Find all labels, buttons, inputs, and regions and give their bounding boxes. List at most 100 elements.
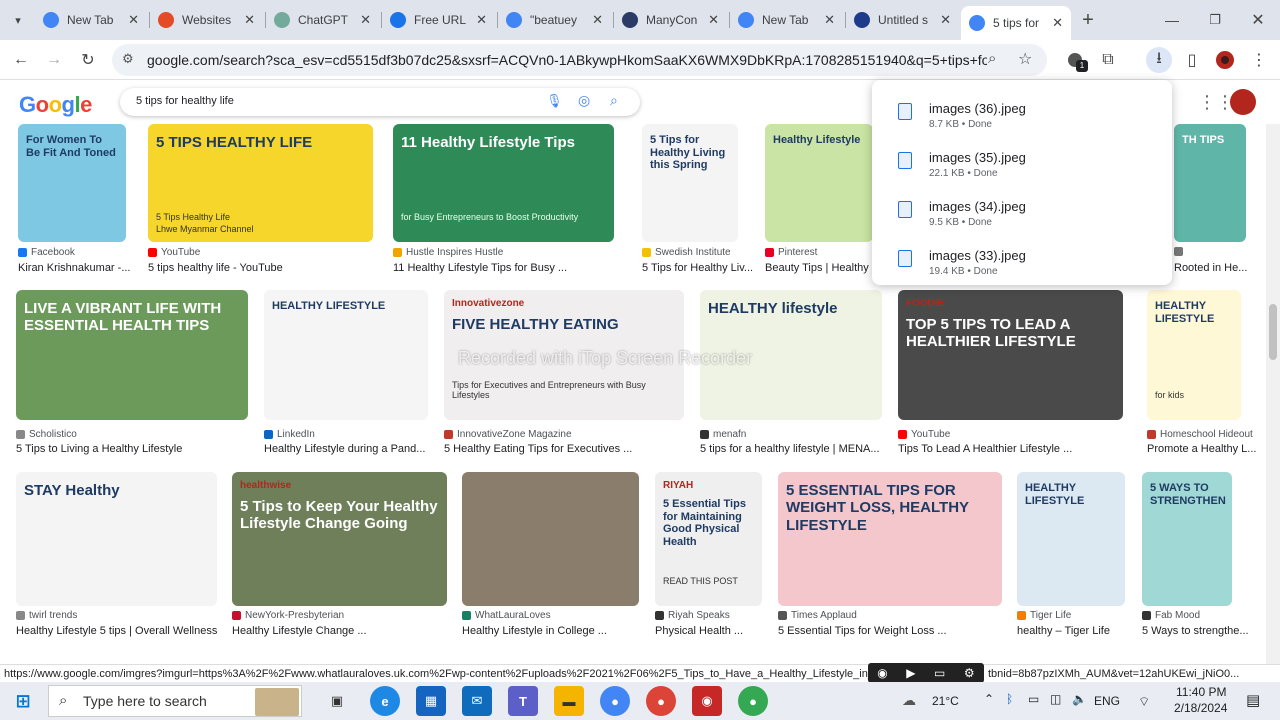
result-title[interactable]: 5 tips healthy life - YouTube <box>148 262 283 274</box>
result-source[interactable]: LinkedIn <box>264 429 315 440</box>
chrome-taskbar-icon[interactable]: ● <box>600 686 630 716</box>
extension-icon[interactable]: 1 <box>1063 48 1088 72</box>
result-source[interactable]: Riyah Speaks <box>655 610 730 621</box>
screen-icon[interactable]: ▭ <box>934 666 945 680</box>
tab-close-icon[interactable]: ✕ <box>592 12 603 28</box>
source-name[interactable]: menafn <box>713 429 746 440</box>
download-item[interactable]: images (33).jpeg 19.4 KB • Done <box>872 235 1172 284</box>
voice-search-icon[interactable]: 🎙 <box>546 93 563 109</box>
tab-3[interactable]: ChatGPT ✕ <box>266 6 379 34</box>
result-source[interactable]: Tiger Life <box>1017 610 1071 621</box>
result-title[interactable]: Kiran Krishnakumar -... <box>18 262 130 274</box>
result-thumbnail[interactable]: healthwise 5 Tips to Keep Your Healthy Li… <box>232 472 447 606</box>
new-tab-button[interactable]: + <box>1076 8 1100 32</box>
apps-grid-icon[interactable]: ⋮⋮ <box>1198 92 1234 113</box>
tab-close-icon[interactable]: ✕ <box>360 12 371 28</box>
result-title[interactable]: 5 Essential Tips for Weight Loss ... <box>778 625 947 637</box>
source-name[interactable]: twirl trends <box>29 610 77 621</box>
result-source[interactable] <box>1174 247 1187 256</box>
tab-1[interactable]: New Tab ✕ <box>35 6 147 34</box>
source-name[interactable]: Homeschool Hideout <box>1160 429 1253 440</box>
recorder-controls[interactable]: ◉ ▶ ▭ ⚙ <box>868 663 984 683</box>
tab-9[interactable]: 5 tips for ✕ <box>961 6 1071 40</box>
camera-icon[interactable]: ◉ <box>877 666 887 680</box>
store-icon[interactable]: ▦ <box>416 686 446 716</box>
result-title[interactable]: Promote a Healthy L... <box>1147 443 1256 455</box>
search-query[interactable]: 5 tips for healthy life <box>136 95 234 107</box>
taskbar-search-box[interactable]: ⌕ Type here to search <box>48 685 302 717</box>
result-thumbnail[interactable]: HEALTHY LIFESTYLE <box>264 290 428 420</box>
recorder-app-icon[interactable]: ◉ <box>692 686 722 716</box>
tray-chevron-icon[interactable]: ⌃ <box>984 692 994 706</box>
result-source[interactable]: Facebook <box>18 247 75 258</box>
result-thumbnail[interactable]: Healthy Lifestyle <box>765 124 873 242</box>
result-title[interactable]: Healthy Lifestyle during a Pand... <box>264 443 425 455</box>
tab-close-icon[interactable]: ✕ <box>940 12 951 28</box>
google-logo[interactable]: Google <box>19 92 92 118</box>
temperature-text[interactable]: 21°C <box>932 694 959 708</box>
result-title[interactable]: 5 tips for a healthy lifestyle | MENA... <box>700 443 880 455</box>
result-source[interactable]: YouTube <box>898 429 950 440</box>
tab-7[interactable]: New Tab ✕ <box>730 6 843 34</box>
result-source[interactable]: Scholistico <box>16 429 77 440</box>
result-source[interactable]: Times Applaud <box>778 610 857 621</box>
result-source[interactable]: Hustle Inspires Hustle <box>393 247 503 258</box>
address-bar[interactable]: ⚙ google.com/search?sca_esv=cd5515df3b07… <box>112 44 1047 76</box>
result-thumbnail[interactable]: 11 Healthy Lifestyle Tips for Busy Entrep… <box>393 124 614 242</box>
result-thumbnail[interactable]: LIVE A VIBRANT LIFE WITH ESSENTIAL HEALT… <box>16 290 248 420</box>
result-thumbnail[interactable]: TH TIPS <box>1174 124 1246 242</box>
site-info-icon[interactable]: ⚙ <box>122 51 134 67</box>
google-account-avatar[interactable] <box>1230 89 1256 115</box>
search-icon[interactable]: ⌕ <box>610 92 618 109</box>
result-title[interactable]: Healthy Lifestyle in College ... <box>462 625 607 637</box>
result-source[interactable]: YouTube <box>148 247 200 258</box>
video-icon[interactable]: ▶ <box>906 666 915 680</box>
windows-start-icon[interactable]: ⊞ <box>8 686 38 716</box>
wifi-icon[interactable]: ⌔ <box>1138 694 1150 710</box>
result-title[interactable]: Healthy Lifestyle Change ... <box>232 625 367 637</box>
zoom-search-icon[interactable]: ⌕ <box>988 50 996 67</box>
result-thumbnail[interactable]: 5 WAYS TO STRENGTHEN <box>1142 472 1232 606</box>
result-thumbnail[interactable]: 5 TIPS HEALTHY LIFE 5 Tips Healthy Life Lh… <box>148 124 373 242</box>
tab-close-icon[interactable]: ✕ <box>244 12 255 28</box>
result-title[interactable]: Beauty Tips | Healthy li... <box>765 262 886 274</box>
source-name[interactable]: YouTube <box>161 247 200 258</box>
menu-kebab-icon[interactable]: ⋮ <box>1247 48 1271 72</box>
source-name[interactable]: Facebook <box>31 247 75 258</box>
back-icon[interactable]: ← <box>9 48 33 72</box>
source-name[interactable]: WhatLauraLoves <box>475 610 551 621</box>
clock-date[interactable]: 2/18/2024 <box>1174 701 1227 715</box>
result-title[interactable]: 5 Tips to Living a Healthy Lifestyle <box>16 443 182 455</box>
result-thumbnail[interactable]: 5 Tips for Healthy Living this Spring <box>642 124 738 242</box>
tab-6[interactable]: ManyCon ✕ <box>614 6 727 34</box>
result-title[interactable]: 11 Healthy Lifestyle Tips for Busy ... <box>393 262 567 274</box>
tab-close-icon[interactable]: ✕ <box>476 12 487 28</box>
scrollbar-thumb[interactable] <box>1269 304 1277 360</box>
tab-close-icon[interactable]: ✕ <box>128 12 139 28</box>
side-panel-icon[interactable]: ▯ <box>1180 48 1204 72</box>
result-source[interactable]: NewYork-Presbyterian <box>232 610 344 621</box>
weather-icon[interactable]: ☁ <box>902 692 916 709</box>
chrome-profile2-icon[interactable]: ● <box>646 686 676 716</box>
source-name[interactable]: Swedish Institute <box>655 247 731 258</box>
download-filename[interactable]: images (36).jpeg <box>929 101 1026 116</box>
source-name[interactable]: Hustle Inspires Hustle <box>406 247 503 258</box>
extensions-puzzle-icon[interactable]: ⧉ <box>1096 48 1120 72</box>
edge-icon[interactable]: e <box>370 686 400 716</box>
result-title[interactable]: Tips To Lead A Healthier Lifestyle ... <box>898 443 1072 455</box>
source-name[interactable]: Pinterest <box>778 247 817 258</box>
result-title[interactable]: 5 Ways to strengthe... <box>1142 625 1249 637</box>
tab-2[interactable]: Websites ✕ <box>150 6 263 34</box>
source-name[interactable]: NewYork-Presbyterian <box>245 610 344 621</box>
close-window-button[interactable]: ✕ <box>1246 8 1270 32</box>
tab-5[interactable]: "beatuey ✕ <box>498 6 611 34</box>
tab-4[interactable]: Free URL ✕ <box>382 6 495 34</box>
mail-icon[interactable]: ✉ <box>462 686 492 716</box>
lens-icon[interactable]: ◎ <box>578 92 590 109</box>
source-name[interactable]: Scholistico <box>29 429 77 440</box>
source-name[interactable]: Riyah Speaks <box>668 610 730 621</box>
download-item[interactable]: images (35).jpeg 22.1 KB • Done <box>872 137 1172 186</box>
file-explorer-icon[interactable]: ▬ <box>554 686 584 716</box>
bookmark-star-icon[interactable]: ☆ <box>1018 49 1032 69</box>
result-source[interactable]: InnovativeZone Magazine <box>444 429 572 440</box>
